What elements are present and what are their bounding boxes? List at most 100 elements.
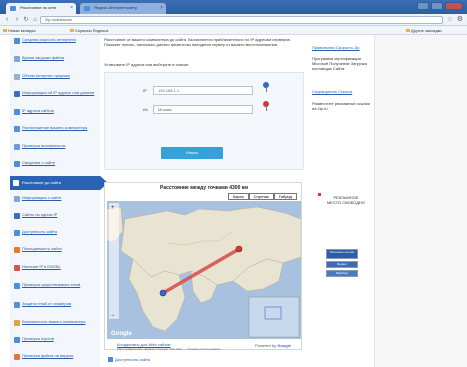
right-column: Правильная Скорость 2ip Программа сертиф… (312, 35, 374, 367)
find-button[interactable]: Узнать (161, 147, 223, 159)
main-content: Расстояние от вашего компьютера до сайта… (102, 35, 306, 367)
sidebar-item-icon (14, 337, 20, 343)
sidebar-item-icon (14, 302, 20, 308)
right-text-2: Разместите рекламные ссылки на 2ip.ru (312, 101, 370, 111)
zoom-in-icon[interactable]: + (111, 205, 115, 211)
sidebar-item-icon (14, 196, 20, 202)
close-window-button[interactable] (445, 2, 463, 10)
tab-active[interactable]: Расстояние по сети × (6, 3, 76, 14)
red-marker-icon (263, 101, 269, 111)
ip-input-1[interactable]: 192.168.1.1 (153, 86, 253, 95)
sidebar-item-label: Наличие IP в DNSBL (22, 264, 61, 269)
sidebar-item-label: Проверка анонимности (22, 143, 66, 148)
partner-badge[interactable]: Полезные ссылки (326, 249, 358, 259)
sidebar-item[interactable]: Расстояние до сайта (10, 176, 108, 190)
sidebar-item[interactable]: Безопасность вашего компьютера (14, 319, 96, 326)
sidebar-item-label: Время загрузки файла (22, 55, 65, 60)
tab-close-icon[interactable]: × (160, 5, 163, 11)
sidebar-item[interactable]: Проверка анонимности (14, 143, 96, 150)
home-icon[interactable]: ⌂ (31, 16, 39, 24)
right-link-2[interactable]: Сокращатель Ссылок (312, 89, 370, 94)
bookmark-item[interactable]: Сервисы Яндекса (70, 28, 108, 33)
sidebar-item-label: IP адреса сайтов (22, 108, 54, 113)
sidebar-item[interactable]: Расположение вашего компьютера (14, 125, 96, 132)
origin-marker-icon (159, 289, 167, 297)
sidebar-item[interactable]: Сайты на одном IP (14, 212, 96, 219)
sidebar-item[interactable]: Наличие IP в DNSBL (14, 264, 96, 271)
sidebar-item[interactable]: Время загрузки файла (14, 55, 96, 62)
sidebar-item-icon (14, 56, 20, 62)
sidebar-item-icon (14, 247, 20, 253)
reload-icon[interactable]: ↻ (22, 16, 30, 24)
world-map[interactable]: + − Google (107, 201, 301, 339)
zoom-slider[interactable] (109, 203, 119, 319)
window-controls (417, 2, 463, 10)
sidebar-item-label: Сайты на одном IP (22, 212, 58, 217)
sidebar-item[interactable]: Сведения о сайте (14, 160, 96, 167)
sidebar-item-label: Посещаемость сайта (22, 246, 62, 251)
sidebar-item-icon (14, 213, 20, 219)
powered-by-brand: Google (277, 343, 291, 348)
sidebar-item[interactable]: Средняя скорость интернета (14, 37, 96, 44)
sidebar-item[interactable]: Проверка файла на вирусы (14, 353, 96, 360)
settings-wrench-icon[interactable]: ⚙ (457, 15, 463, 23)
sidebar-item-icon (14, 161, 20, 167)
ip-label-2: Из (143, 107, 148, 112)
sidebar-item[interactable]: Проверка существования email (14, 282, 96, 289)
sidebar-item[interactable]: Информация о сайте (14, 195, 96, 202)
sidebar-item-label: Проверка портов (22, 336, 54, 341)
bookmark-other[interactable]: Другие закладки (406, 28, 442, 33)
sidebar-item[interactable]: Информация об IP адресе или домене (14, 90, 96, 97)
ad-placeholder-text[interactable]: РЕКЛАМНОЕ МЕСТО СВОБОДНО (326, 195, 366, 205)
sidebar-item[interactable]: Проверка портов (14, 336, 96, 343)
partner-badge[interactable]: Рамблер (326, 270, 358, 277)
more-link[interactable]: Доступность сайта (108, 357, 150, 362)
sidebar-item[interactable]: Защита email от спамеров (14, 301, 96, 308)
right-link-1[interactable]: Правильная Скорость 2ip (312, 45, 370, 50)
sidebar-item[interactable]: Доступность сайта (14, 229, 96, 236)
maximize-button[interactable] (431, 2, 443, 10)
tab-close-icon[interactable]: × (70, 5, 73, 11)
sidebar-item-label: Защита email от спамеров (22, 301, 71, 306)
address-bar[interactable]: 2ip.ru/distance/ (40, 16, 443, 24)
map-svg: + − Google (107, 201, 301, 339)
sidebar-item[interactable]: IP адреса сайтов (14, 108, 96, 115)
partner-badge[interactable]: Яндекс (326, 261, 358, 268)
forward-icon[interactable]: › (13, 16, 21, 24)
sidebar-item-icon (14, 91, 20, 97)
bookmark-star-icon[interactable]: ☆ (447, 15, 453, 23)
ip-input-2[interactable]: Москва (153, 105, 253, 114)
web-page: Средняя скорость интернета Время загрузки… (0, 35, 467, 367)
sidebar-item[interactable]: Посещаемость сайта (14, 246, 96, 253)
sidebar-item-icon (14, 74, 20, 80)
distance-form: IP 192.168.1.1 Из Москва Узнать (104, 72, 304, 170)
zoom-out-icon[interactable]: − (111, 313, 115, 319)
map-title: Расстояние между точками 4300 км (160, 185, 248, 191)
bookmark-item[interactable]: Новая вкладка (3, 28, 36, 33)
sidebar-item-label: Информация об IP адресе или домене (22, 90, 95, 95)
sidebar-item-icon (14, 109, 20, 115)
map-type-map-button[interactable]: Карта (227, 193, 249, 200)
tab-inactive[interactable]: Яндекс.Интернетометр × (80, 3, 166, 14)
instruction-text: Установите IP адреса или выберите в спис… (104, 62, 190, 67)
map-type-hybrid-button[interactable]: Гибрид (273, 193, 297, 200)
google-logo: Google (111, 331, 132, 337)
destination-marker-icon (235, 245, 243, 253)
minimize-button[interactable] (417, 2, 429, 10)
overview-map[interactable] (248, 296, 300, 338)
browser-window: Расстояние по сети × Яндекс.Интернетомет… (0, 0, 467, 367)
blue-marker-icon (263, 82, 269, 92)
navigation-bar: ‹ › ↻ ⌂ 2ip.ru/distance/ ☆ ⚙ (0, 14, 467, 26)
sidebar-item-label: Средняя скорость интернета (22, 37, 76, 42)
sidebar-item-icon (14, 126, 20, 132)
left-nav: Средняя скорость интернета Время загрузки… (10, 35, 108, 367)
powered-by-prefix: Powered by (254, 343, 277, 348)
sidebar-item-icon (14, 354, 20, 360)
tab-label: Яндекс.Интернетометр (94, 5, 138, 10)
ip-label-1: IP (143, 88, 147, 93)
sidebar-item-icon (14, 230, 20, 236)
sidebar-item[interactable]: Объем интернет-трафика (14, 73, 96, 80)
map-type-satellite-button[interactable]: Спутник (248, 193, 274, 200)
tab-label: Расстояние по сети (20, 5, 57, 10)
back-icon[interactable]: ‹ (3, 16, 11, 24)
